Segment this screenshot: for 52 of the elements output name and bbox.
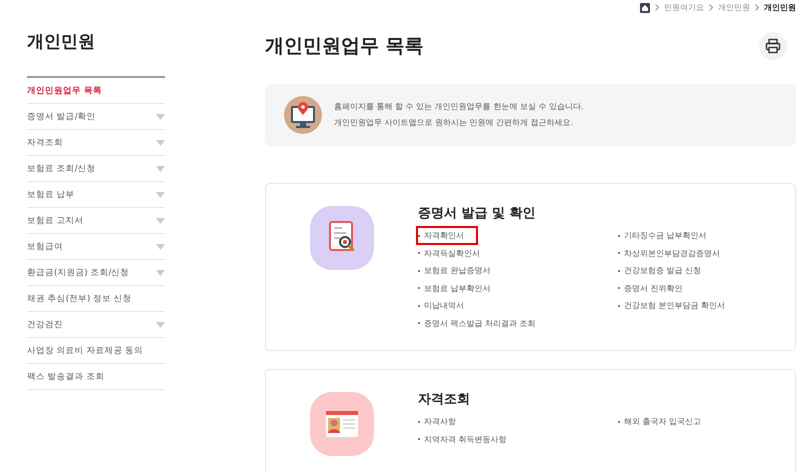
service-link[interactable]: 기타징수금 납부확인서 [616, 226, 712, 246]
caret-icon [156, 322, 165, 328]
chevron-icon [709, 4, 713, 11]
sidebar-item[interactable]: 채권 추심(전부) 정보 신청 [27, 286, 165, 312]
caret-icon [156, 192, 165, 198]
sidebar-item[interactable]: 증명서 발급/확인 [27, 104, 165, 130]
breadcrumb-link[interactable]: 개인민원 [718, 2, 750, 13]
caret-icon [156, 140, 165, 146]
service-link[interactable]: 지역자격 취득변동사항 [416, 430, 512, 449]
service-link[interactable]: 건강보험증 발급 신청 [616, 261, 706, 280]
sidebar-item[interactable]: 건강검진 [27, 312, 165, 338]
section-title: 자격조회 [418, 391, 471, 408]
service-link[interactable]: 건강보험 본인부담금 확인서 [616, 296, 730, 316]
page-title: 개인민원업무 목록 [265, 34, 424, 59]
monitor-pin-icon [284, 96, 322, 134]
service-link[interactable]: 증명서 팩스발급 처리결과 조회 [416, 314, 541, 333]
sidebar-item[interactable]: 팩스 발송결과 조회 [27, 364, 165, 390]
section-title: 증명서 발급 및 확인 [418, 205, 537, 222]
caret-icon [156, 270, 165, 276]
service-link[interactable]: 자격사항 [416, 412, 461, 432]
breadcrumb-link[interactable]: 개인민원 [764, 2, 796, 13]
caret-icon [156, 218, 165, 224]
service-link[interactable]: 미납내역서 [416, 296, 469, 316]
service-link[interactable]: 자격확인서 [416, 226, 478, 246]
service-link[interactable]: 자격득실확인서 [416, 244, 485, 263]
sidebar-item[interactable]: 개인민원업무 목록 [27, 78, 165, 104]
document-magnifier-icon [310, 206, 374, 270]
caret-icon [156, 114, 165, 120]
info-text: 개인민원업무 사이트맵으로 원하시는 민원에 간편하게 접근하세요. [334, 117, 574, 129]
info-text: 홈페이지를 통해 할 수 있는 개인민원업무를 한눈에 보실 수 있습니다. [334, 101, 584, 113]
service-link[interactable]: 보험료 완납증명서 [416, 261, 496, 280]
sidebar-item[interactable]: 환급금(지원금) 조회/신청 [27, 260, 165, 286]
service-link[interactable]: 증명서 진위확인 [616, 278, 688, 298]
sidebar-item[interactable]: 보험급여 [27, 234, 165, 260]
sidebar-item[interactable]: 보험료 납부 [27, 182, 165, 208]
service-link[interactable]: 해외 출국자 입국신고 [616, 412, 706, 432]
print-button[interactable] [759, 32, 787, 60]
caret-icon [156, 166, 165, 172]
id-card-icon [310, 392, 374, 456]
service-link[interactable]: 보험료 납부확인서 [416, 278, 496, 298]
chevron-icon [655, 4, 659, 11]
breadcrumb-link[interactable]: 민원여기요 [664, 2, 704, 13]
sidebar-item[interactable]: 사업장 의료비 자료제공 동의 [27, 338, 165, 364]
home-icon[interactable] [640, 2, 650, 12]
chevron-icon [755, 4, 759, 11]
sidebar-title: 개인민원 [27, 32, 96, 52]
printer-icon [765, 38, 781, 54]
service-link[interactable]: 차상위본인부담경감증명서 [616, 244, 725, 263]
sidebar-item[interactable]: 보험료 조회/신청 [27, 156, 165, 182]
sidebar-item[interactable]: 자격조회 [27, 130, 165, 156]
caret-icon [156, 244, 165, 250]
sidebar-item[interactable]: 보험료 고지서 [27, 208, 165, 234]
